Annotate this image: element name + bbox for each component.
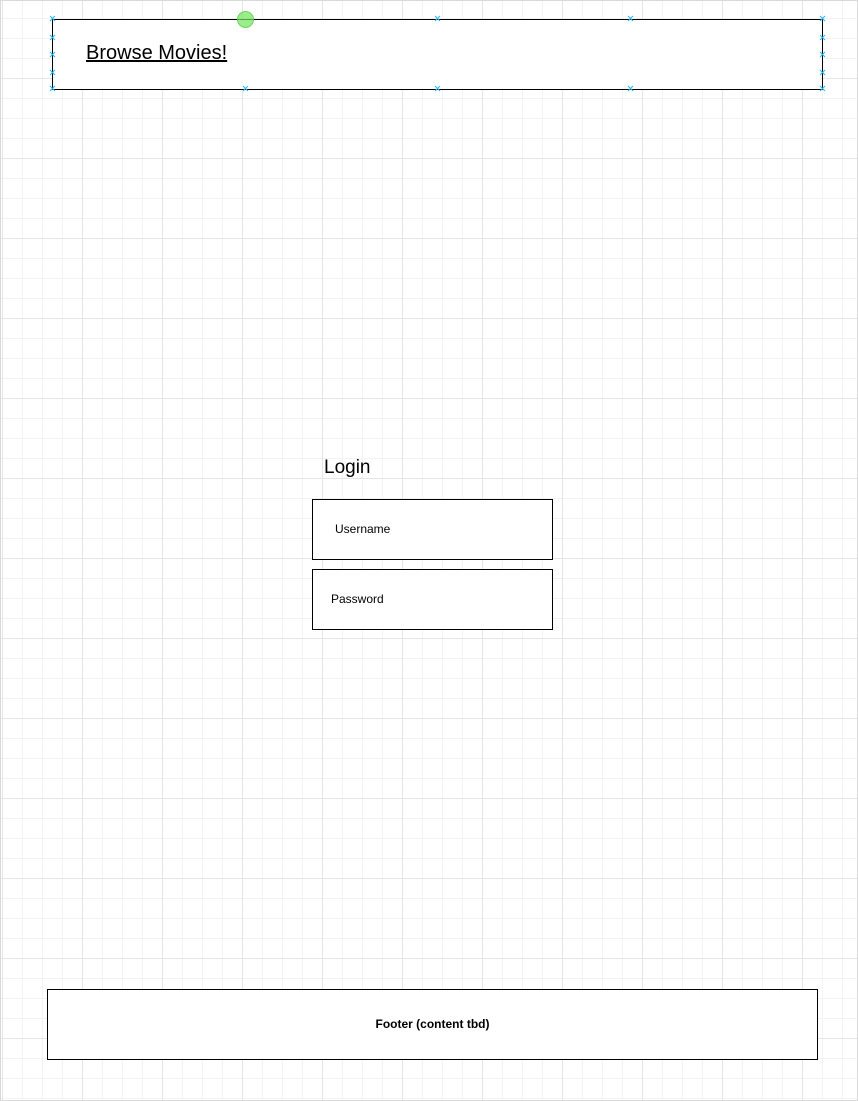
footer-box[interactable]: Footer (content tbd) [47, 989, 818, 1060]
selection-handle-icon[interactable] [820, 86, 825, 91]
username-label: Username [335, 522, 391, 536]
selection-handle-icon[interactable] [50, 35, 55, 40]
selection-handle-icon[interactable] [435, 86, 440, 91]
selection-handle-icon[interactable] [628, 86, 633, 91]
rotation-handle-icon[interactable] [237, 11, 254, 28]
footer-text: Footer (content tbd) [375, 1017, 490, 1031]
username-field[interactable]: Username [312, 499, 553, 560]
password-label: Password [331, 592, 384, 606]
selection-handle-icon[interactable] [820, 16, 825, 21]
browse-movies-link[interactable]: Browse Movies! [86, 42, 227, 65]
selection-handle-icon[interactable] [820, 52, 825, 57]
selection-handle-icon[interactable] [50, 86, 55, 91]
selection-handle-icon[interactable] [820, 70, 825, 75]
header-box[interactable]: Browse Movies! [52, 19, 823, 90]
login-title: Login [324, 457, 371, 478]
selection-handle-icon[interactable] [435, 16, 440, 21]
password-field[interactable]: Password [312, 569, 553, 630]
selection-handle-icon[interactable] [628, 16, 633, 21]
selection-handle-icon[interactable] [50, 16, 55, 21]
selection-handle-icon[interactable] [50, 70, 55, 75]
selection-handle-icon[interactable] [50, 52, 55, 57]
selection-handle-icon[interactable] [820, 35, 825, 40]
selection-handle-icon[interactable] [243, 86, 248, 91]
